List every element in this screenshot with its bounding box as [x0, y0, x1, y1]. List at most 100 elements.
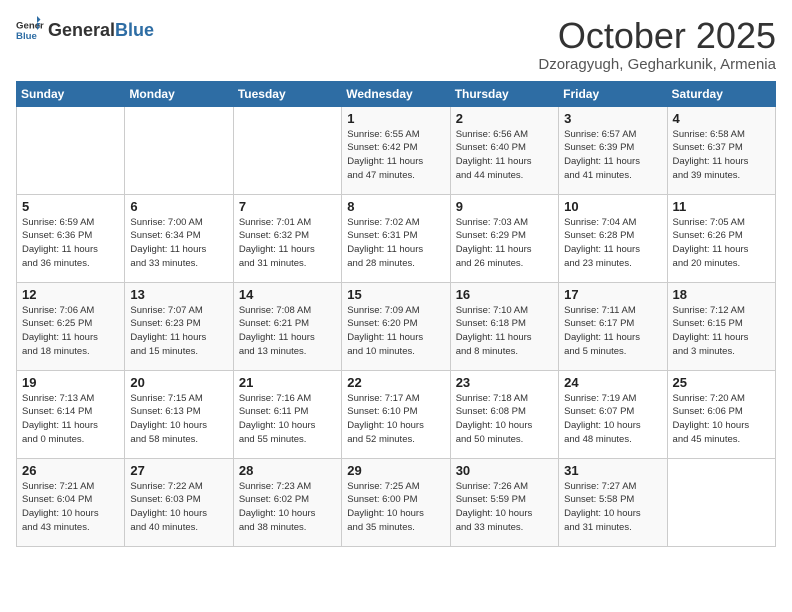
weekday-header-cell: Sunday [17, 81, 125, 106]
calendar-day-cell [125, 106, 233, 194]
weekday-header-cell: Friday [559, 81, 667, 106]
day-number: 4 [673, 111, 770, 126]
day-number: 17 [564, 287, 661, 302]
day-number: 24 [564, 375, 661, 390]
day-number: 23 [456, 375, 553, 390]
day-info: Sunrise: 7:23 AMSunset: 6:02 PMDaylight:… [239, 480, 336, 535]
calendar-day-cell: 4 Sunrise: 6:58 AMSunset: 6:37 PMDaylight… [667, 106, 775, 194]
day-number: 9 [456, 199, 553, 214]
calendar-day-cell: 21Sunrise: 7:16 AMSunset: 6:11 PMDayligh… [233, 370, 341, 458]
day-number: 11 [673, 199, 770, 214]
weekday-header-row: SundayMondayTuesdayWednesdayThursdayFrid… [17, 81, 776, 106]
day-number: 18 [673, 287, 770, 302]
day-info: Sunrise: 7:27 AMSunset: 5:58 PMDaylight:… [564, 480, 661, 535]
day-info: Sunrise: 6:56 AMSunset: 6:40 PMDaylight:… [456, 128, 553, 183]
day-number: 13 [130, 287, 227, 302]
calendar-day-cell [17, 106, 125, 194]
calendar-day-cell: 8Sunrise: 7:02 AMSunset: 6:31 PMDaylight… [342, 194, 450, 282]
calendar-table: SundayMondayTuesdayWednesdayThursdayFrid… [16, 81, 776, 547]
calendar-day-cell: 7 Sunrise: 7:01 AMSunset: 6:32 PMDaylight… [233, 194, 341, 282]
day-info: Sunrise: 7:01 AMSunset: 6:32 PMDaylight:… [239, 216, 336, 271]
day-info: Sunrise: 7:17 AMSunset: 6:10 PMDaylight:… [347, 392, 444, 447]
day-number: 5 [22, 199, 119, 214]
weekday-header-cell: Saturday [667, 81, 775, 106]
day-number: 3 [564, 111, 661, 126]
calendar-day-cell: 23 Sunrise: 7:18 AMSunset: 6:08 PMDayligh… [450, 370, 558, 458]
calendar-week-row: 19 Sunrise: 7:13 AMSunset: 6:14 PMDayligh… [17, 370, 776, 458]
calendar-day-cell: 9 Sunrise: 7:03 AMSunset: 6:29 PMDaylight… [450, 194, 558, 282]
day-info: Sunrise: 6:59 AMSunset: 6:36 PMDaylight:… [22, 216, 119, 271]
calendar-day-cell: 19 Sunrise: 7:13 AMSunset: 6:14 PMDayligh… [17, 370, 125, 458]
logo-general-text: General [48, 20, 115, 41]
calendar-day-cell: 12 Sunrise: 7:06 AMSunset: 6:25 PMDayligh… [17, 282, 125, 370]
day-number: 14 [239, 287, 336, 302]
logo-blue-text: Blue [115, 20, 154, 41]
calendar-day-cell: 22 Sunrise: 7:17 AMSunset: 6:10 PMDayligh… [342, 370, 450, 458]
day-info: Sunrise: 7:03 AMSunset: 6:29 PMDaylight:… [456, 216, 553, 271]
day-info: Sunrise: 7:04 AMSunset: 6:28 PMDaylight:… [564, 216, 661, 271]
page-header: General Blue GeneralBlue October 2025 Dz… [16, 16, 776, 73]
calendar-day-cell: 20Sunrise: 7:15 AMSunset: 6:13 PMDayligh… [125, 370, 233, 458]
day-info: Sunrise: 6:58 AMSunset: 6:37 PMDaylight:… [673, 128, 770, 183]
calendar-week-row: 26 Sunrise: 7:21 AMSunset: 6:04 PMDayligh… [17, 458, 776, 546]
calendar-subtitle: Dzoragyugh, Gegharkunik, Armenia [538, 56, 776, 73]
calendar-week-row: 1Sunrise: 6:55 AMSunset: 6:42 PMDaylight… [17, 106, 776, 194]
day-number: 26 [22, 463, 119, 478]
day-info: Sunrise: 7:08 AMSunset: 6:21 PMDaylight:… [239, 304, 336, 359]
day-info: Sunrise: 7:19 AMSunset: 6:07 PMDaylight:… [564, 392, 661, 447]
calendar-day-cell: 1Sunrise: 6:55 AMSunset: 6:42 PMDaylight… [342, 106, 450, 194]
day-number: 30 [456, 463, 553, 478]
calendar-title: October 2025 [538, 16, 776, 56]
day-info: Sunrise: 7:18 AMSunset: 6:08 PMDaylight:… [456, 392, 553, 447]
day-number: 19 [22, 375, 119, 390]
day-number: 7 [239, 199, 336, 214]
calendar-day-cell [667, 458, 775, 546]
day-info: Sunrise: 7:12 AMSunset: 6:15 PMDaylight:… [673, 304, 770, 359]
logo-icon: General Blue [16, 16, 44, 44]
day-info: Sunrise: 7:05 AMSunset: 6:26 PMDaylight:… [673, 216, 770, 271]
day-info: Sunrise: 7:06 AMSunset: 6:25 PMDaylight:… [22, 304, 119, 359]
calendar-day-cell [233, 106, 341, 194]
calendar-body: 1Sunrise: 6:55 AMSunset: 6:42 PMDaylight… [17, 106, 776, 546]
day-info: Sunrise: 7:00 AMSunset: 6:34 PMDaylight:… [130, 216, 227, 271]
day-info: Sunrise: 7:16 AMSunset: 6:11 PMDaylight:… [239, 392, 336, 447]
day-number: 12 [22, 287, 119, 302]
calendar-day-cell: 15Sunrise: 7:09 AMSunset: 6:20 PMDayligh… [342, 282, 450, 370]
day-info: Sunrise: 7:21 AMSunset: 6:04 PMDaylight:… [22, 480, 119, 535]
svg-text:General: General [16, 20, 44, 31]
day-number: 28 [239, 463, 336, 478]
calendar-day-cell: 2 Sunrise: 6:56 AMSunset: 6:40 PMDaylight… [450, 106, 558, 194]
svg-text:Blue: Blue [16, 31, 37, 42]
day-info: Sunrise: 7:20 AMSunset: 6:06 PMDaylight:… [673, 392, 770, 447]
calendar-day-cell: 26 Sunrise: 7:21 AMSunset: 6:04 PMDayligh… [17, 458, 125, 546]
day-info: Sunrise: 7:09 AMSunset: 6:20 PMDaylight:… [347, 304, 444, 359]
day-number: 16 [456, 287, 553, 302]
day-number: 6 [130, 199, 227, 214]
day-number: 27 [130, 463, 227, 478]
day-number: 31 [564, 463, 661, 478]
day-info: Sunrise: 6:57 AMSunset: 6:39 PMDaylight:… [564, 128, 661, 183]
calendar-day-cell: 14 Sunrise: 7:08 AMSunset: 6:21 PMDayligh… [233, 282, 341, 370]
day-info: Sunrise: 7:02 AMSunset: 6:31 PMDaylight:… [347, 216, 444, 271]
day-number: 22 [347, 375, 444, 390]
calendar-day-cell: 6 Sunrise: 7:00 AMSunset: 6:34 PMDaylight… [125, 194, 233, 282]
weekday-header-cell: Thursday [450, 81, 558, 106]
day-info: Sunrise: 7:11 AMSunset: 6:17 PMDaylight:… [564, 304, 661, 359]
calendar-day-cell: 31 Sunrise: 7:27 AMSunset: 5:58 PMDayligh… [559, 458, 667, 546]
day-info: Sunrise: 7:10 AMSunset: 6:18 PMDaylight:… [456, 304, 553, 359]
day-info: Sunrise: 7:07 AMSunset: 6:23 PMDaylight:… [130, 304, 227, 359]
day-number: 2 [456, 111, 553, 126]
calendar-day-cell: 25 Sunrise: 7:20 AMSunset: 6:06 PMDayligh… [667, 370, 775, 458]
calendar-day-cell: 28 Sunrise: 7:23 AMSunset: 6:02 PMDayligh… [233, 458, 341, 546]
calendar-day-cell: 24 Sunrise: 7:19 AMSunset: 6:07 PMDayligh… [559, 370, 667, 458]
day-info: Sunrise: 7:13 AMSunset: 6:14 PMDaylight:… [22, 392, 119, 447]
day-info: Sunrise: 7:26 AMSunset: 5:59 PMDaylight:… [456, 480, 553, 535]
day-number: 25 [673, 375, 770, 390]
logo: General Blue GeneralBlue [16, 16, 154, 44]
calendar-day-cell: 16 Sunrise: 7:10 AMSunset: 6:18 PMDayligh… [450, 282, 558, 370]
weekday-header-cell: Tuesday [233, 81, 341, 106]
day-number: 20 [130, 375, 227, 390]
calendar-day-cell: 17 Sunrise: 7:11 AMSunset: 6:17 PMDayligh… [559, 282, 667, 370]
calendar-day-cell: 5 Sunrise: 6:59 AMSunset: 6:36 PMDaylight… [17, 194, 125, 282]
day-number: 10 [564, 199, 661, 214]
